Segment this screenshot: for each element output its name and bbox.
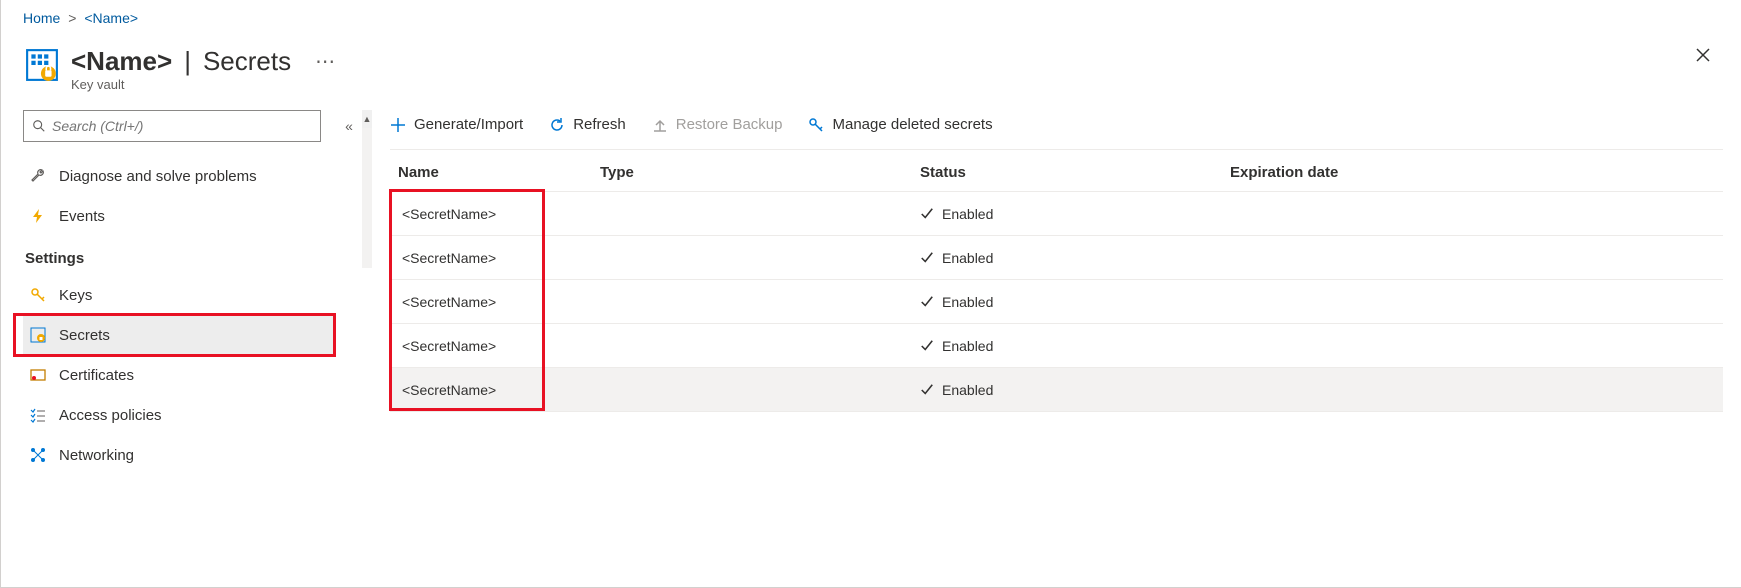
secret-name-cell[interactable]: <SecretName> <box>390 382 600 398</box>
status-label: Enabled <box>942 294 993 310</box>
sidebar-item-access-policies[interactable]: Access policies <box>23 395 336 435</box>
scroll-up-icon[interactable]: ▲ <box>362 110 372 128</box>
sidebar-item-certificates[interactable]: Certificates <box>23 355 336 395</box>
status-label: Enabled <box>942 382 993 398</box>
secret-name-cell[interactable]: <SecretName> <box>390 250 600 266</box>
checklist-icon <box>29 406 47 424</box>
collapse-sidebar-button[interactable]: « <box>336 118 362 134</box>
toolbar-label: Restore Backup <box>676 116 783 133</box>
generate-import-button[interactable]: Generate/Import <box>390 116 523 133</box>
toolbar-label: Manage deleted secrets <box>832 116 992 133</box>
sidebar: Diagnose and solve problems Events Setti… <box>1 110 336 475</box>
page-header: <Name> | Secrets ⋯ Key vault <box>1 36 1741 110</box>
restore-backup-button: Restore Backup <box>652 116 783 133</box>
upload-icon <box>652 117 668 133</box>
page-title-section: Secrets <box>203 46 291 77</box>
secret-status-cell: Enabled <box>920 294 1230 310</box>
sidebar-item-label: Access policies <box>59 407 162 424</box>
check-icon <box>920 207 934 221</box>
key-manage-icon <box>808 117 824 133</box>
col-header-type[interactable]: Type <box>600 164 920 181</box>
refresh-icon <box>549 117 565 133</box>
sidebar-item-label: Networking <box>59 447 134 464</box>
sidebar-item-label: Events <box>59 208 105 225</box>
more-button[interactable]: ⋯ <box>315 49 335 74</box>
sidebar-item-diagnose[interactable]: Diagnose and solve problems <box>23 156 336 196</box>
check-icon <box>920 295 934 309</box>
certificate-icon <box>29 366 47 384</box>
keyvault-icon <box>23 46 61 84</box>
breadcrumb: Home > <Name> <box>1 0 1741 36</box>
status-label: Enabled <box>942 338 993 354</box>
table-header-row: Name Type Status Expiration date <box>390 150 1723 192</box>
manage-deleted-button[interactable]: Manage deleted secrets <box>808 116 992 133</box>
breadcrumb-name[interactable]: <Name> <box>84 10 138 26</box>
col-header-name[interactable]: Name <box>390 164 600 181</box>
table-row[interactable]: <SecretName> Enabled <box>390 280 1723 324</box>
close-button[interactable] <box>1695 46 1711 69</box>
toolbar-label: Refresh <box>573 116 626 133</box>
wrench-icon <box>29 167 47 185</box>
col-header-status[interactable]: Status <box>920 164 1230 181</box>
table-row[interactable]: <SecretName> Enabled <box>390 368 1723 412</box>
sidebar-item-label: Diagnose and solve problems <box>59 168 257 185</box>
key-icon <box>29 286 47 304</box>
secret-status-cell: Enabled <box>920 206 1230 222</box>
sidebar-item-networking[interactable]: Networking <box>23 435 336 475</box>
refresh-button[interactable]: Refresh <box>549 116 626 133</box>
toolbar-label: Generate/Import <box>414 116 523 133</box>
network-icon <box>29 446 47 464</box>
table-row[interactable]: <SecretName> Enabled <box>390 324 1723 368</box>
lightning-icon <box>29 207 47 225</box>
check-icon <box>920 251 934 265</box>
secret-name-cell[interactable]: <SecretName> <box>390 294 600 310</box>
sidebar-section-settings: Settings <box>23 236 336 275</box>
check-icon <box>920 383 934 397</box>
main-content: Generate/Import Refresh Restore Backup M… <box>372 110 1741 475</box>
breadcrumb-home[interactable]: Home <box>23 10 60 26</box>
search-icon <box>32 119 46 133</box>
sidebar-item-events[interactable]: Events <box>23 196 336 236</box>
check-icon <box>920 339 934 353</box>
sidebar-item-secrets[interactable]: Secrets <box>23 315 336 355</box>
search-input[interactable] <box>52 118 312 134</box>
sidebar-item-label: Keys <box>59 287 92 304</box>
secret-name-cell[interactable]: <SecretName> <box>390 206 600 222</box>
col-header-expiration[interactable]: Expiration date <box>1230 164 1723 181</box>
secret-status-cell: Enabled <box>920 338 1230 354</box>
sidebar-item-label: Secrets <box>59 327 110 344</box>
status-label: Enabled <box>942 206 993 222</box>
sidebar-item-label: Certificates <box>59 367 134 384</box>
secret-name-cell[interactable]: <SecretName> <box>390 338 600 354</box>
plus-icon <box>390 117 406 133</box>
table-row[interactable]: <SecretName> Enabled <box>390 192 1723 236</box>
table-row[interactable]: <SecretName> Enabled <box>390 236 1723 280</box>
secret-status-cell: Enabled <box>920 250 1230 266</box>
page-subtitle: Key vault <box>71 77 335 92</box>
status-label: Enabled <box>942 250 993 266</box>
secrets-table: Name Type Status Expiration date <Secret… <box>390 150 1723 412</box>
sidebar-scrollbar[interactable]: ▲ <box>362 110 372 475</box>
page-title-name: <Name> <box>71 46 172 77</box>
page-title-sep: | <box>184 46 191 77</box>
toolbar: Generate/Import Refresh Restore Backup M… <box>390 110 1723 150</box>
sidebar-item-keys[interactable]: Keys <box>23 275 336 315</box>
secrets-icon <box>29 326 47 344</box>
secret-status-cell: Enabled <box>920 382 1230 398</box>
search-box[interactable] <box>23 110 321 142</box>
breadcrumb-sep: > <box>68 10 76 26</box>
